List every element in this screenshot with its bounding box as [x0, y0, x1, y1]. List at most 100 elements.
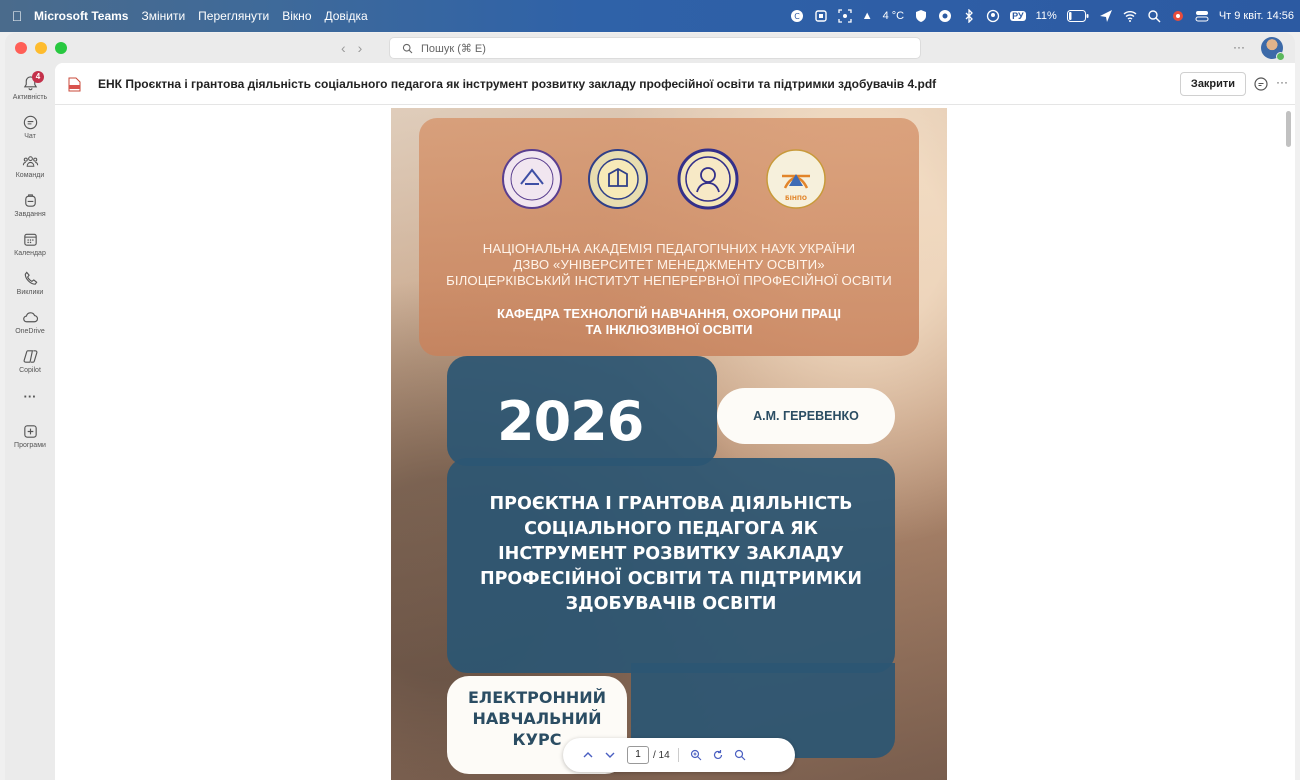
institution-line-1: НАЦІОНАЛЬНА АКАДЕМІЯ ПЕДАГОГІЧНИХ НАУК У… — [482, 241, 856, 256]
rotate-button[interactable] — [707, 744, 729, 766]
rail-item-teams[interactable]: Команди — [5, 153, 55, 179]
file-name: ЕНК Проєктна і грантова діяльність соціа… — [98, 77, 937, 91]
rail-label: Виклики — [16, 289, 44, 296]
location-icon[interactable] — [1099, 9, 1113, 23]
rail-item-more[interactable]: ··· — [5, 389, 55, 404]
vpn-icon[interactable] — [914, 9, 928, 23]
rail-item-assignments[interactable]: Завдання — [5, 192, 55, 218]
rail-item-copilot[interactable]: Copilot — [5, 348, 55, 374]
menu-edit[interactable]: Змінити — [141, 9, 185, 23]
menu-window[interactable]: Вікно — [282, 9, 311, 23]
chevron-up-icon — [583, 752, 593, 758]
forward-arrow-icon[interactable]: › — [358, 40, 363, 56]
title-bar: ‹ › Пошук (⌘ E) ··· — [5, 33, 1295, 63]
weather-temp[interactable]: 4 °C — [883, 10, 905, 22]
macos-menubar:  Microsoft Teams Змінити Переглянути Ві… — [0, 0, 1300, 32]
app-rail: 4 Активність Чат Команди Завдання Календ… — [5, 63, 55, 780]
shield-icon[interactable] — [938, 9, 952, 23]
close-file-button[interactable]: Закрити — [1180, 72, 1246, 96]
rail-item-calendar[interactable]: Календар — [5, 231, 55, 257]
rail-item-chat[interactable]: Чат — [5, 114, 55, 140]
calendar-icon — [23, 233, 37, 246]
back-arrow-icon[interactable]: ‹ — [341, 40, 346, 56]
search-icon — [402, 43, 413, 54]
zoom-in-button[interactable] — [685, 744, 707, 766]
rail-item-calls[interactable]: Виклики — [5, 270, 55, 296]
copilot-icon — [23, 350, 37, 363]
course-type-line: ЕЛЕКТРОННИЙ — [467, 688, 607, 707]
pdf-page: БІНПО НАЦІОНАЛЬНА АКАДЕМІЯ ПЕДАГОГІЧНИХ … — [391, 108, 947, 780]
previous-page-button[interactable] — [577, 744, 599, 766]
status-app-icon[interactable]: C — [790, 9, 804, 23]
search-input[interactable]: Пошук (⌘ E) — [389, 37, 921, 59]
file-more-icon[interactable]: ··· — [1276, 75, 1288, 89]
chat-bubble-icon[interactable] — [1253, 76, 1269, 92]
backpack-icon — [24, 194, 36, 207]
department-line-1: КАФЕДРА ТЕХНОЛОГІЙ НАВЧАННЯ, ОХОРОНИ ПРА… — [496, 306, 842, 321]
battery-icon[interactable] — [1066, 9, 1089, 23]
rail-item-apps[interactable]: Програми — [5, 423, 55, 449]
presence-available-icon — [1276, 52, 1285, 61]
rail-label: Команди — [15, 172, 45, 179]
napn-logo-icon — [502, 149, 562, 209]
rail-item-onedrive[interactable]: OneDrive — [5, 309, 55, 335]
apple-icon[interactable]:  — [0, 8, 34, 24]
clock[interactable]: Чт 9 квіт. 14:56 — [1219, 10, 1294, 22]
course-title-line: ІНСТРУМЕНТ РОЗВИТКУ ЗАКЛАДУ — [498, 544, 844, 564]
course-title: ПРОЄКТНА І ГРАНТОВА ДІЯЛЬНІСТЬ СОЦІАЛЬНО… — [451, 492, 891, 617]
course-title-line: ПРОЄКТНА І ГРАНТОВА ДІЯЛЬНІСТЬ — [489, 494, 853, 514]
close-window-button[interactable] — [15, 42, 27, 54]
profile-avatar[interactable] — [1261, 37, 1285, 61]
focus-icon[interactable] — [986, 9, 1000, 23]
author-badge: А.М. ГЕРЕВЕНКО — [717, 388, 895, 444]
keyboard-layout[interactable]: РУ — [1010, 11, 1026, 21]
rail-item-activity[interactable]: 4 Активність — [5, 71, 55, 101]
course-title-line: ЗДОБУВАЧІВ ОСВІТИ — [565, 594, 777, 614]
search-icon — [734, 749, 746, 761]
course-title-line: ПРОФЕСІЙНОЇ ОСВІТИ ТА ПІДТРИМКИ — [479, 569, 863, 589]
rail-label: Чат — [24, 133, 36, 140]
more-apps-icon: ··· — [23, 389, 37, 404]
rail-label: Copilot — [19, 367, 41, 374]
institution-line-3: БІЛОЦЕРКІВСЬКИЙ ІНСТИТУТ НЕПЕРЕРВНОЇ ПРО… — [446, 273, 892, 288]
chat-icon — [23, 115, 37, 130]
spotlight-search-icon[interactable] — [1147, 9, 1161, 23]
institution-line-2: ДЗВО «УНІВЕРСИТЕТ МЕНЕДЖМЕНТУ ОСВІТИ» — [513, 257, 825, 272]
pdf-file-icon — [68, 77, 81, 92]
next-page-button[interactable] — [599, 744, 621, 766]
control-center-icon[interactable] — [1195, 9, 1209, 23]
search-placeholder: Пошук (⌘ E) — [421, 42, 486, 55]
institute-logo-icon — [677, 148, 739, 210]
minimize-window-button[interactable] — [35, 42, 47, 54]
chevron-down-icon — [605, 752, 615, 758]
note-icon[interactable] — [814, 9, 828, 23]
course-title-line: СОЦІАЛЬНОГО ПЕДАГОГА ЯК — [524, 519, 818, 539]
add-apps-icon — [23, 425, 37, 438]
svg-text:C: C — [794, 12, 800, 21]
toolbar-divider — [677, 748, 679, 762]
more-options-icon[interactable]: ··· — [1233, 40, 1245, 54]
cloud-icon — [22, 312, 38, 323]
app-menu-teams[interactable]: Microsoft Teams — [34, 9, 128, 23]
page-number-input[interactable]: 1 — [627, 746, 649, 764]
teams-icon — [22, 156, 38, 167]
screen-record-icon[interactable] — [838, 9, 852, 23]
bluetooth-icon[interactable] — [962, 9, 976, 23]
menu-view[interactable]: Переглянути — [198, 9, 269, 23]
binpo-logo-icon: БІНПО — [766, 149, 826, 209]
institution-logos: БІНПО — [501, 148, 841, 218]
battery-percent[interactable]: 11% — [1036, 10, 1057, 22]
zoom-window-button[interactable] — [55, 42, 67, 54]
ume-logo-icon — [588, 149, 648, 209]
find-in-document-button[interactable] — [729, 744, 751, 766]
vertical-scrollbar[interactable] — [1286, 111, 1291, 147]
page-total: / 14 — [653, 749, 670, 761]
rail-label: Програми — [14, 442, 46, 449]
rail-label: Активність — [12, 94, 48, 101]
pdf-viewer[interactable]: БІНПО НАЦІОНАЛЬНА АКАДЕМІЯ ПЕДАГОГІЧНИХ … — [55, 105, 1295, 780]
rotate-icon — [713, 750, 722, 760]
wifi-icon[interactable] — [1123, 9, 1137, 23]
weather-icon[interactable]: ▲ — [862, 10, 873, 22]
menu-help[interactable]: Довідка — [325, 9, 368, 23]
record-icon[interactable] — [1171, 9, 1185, 23]
